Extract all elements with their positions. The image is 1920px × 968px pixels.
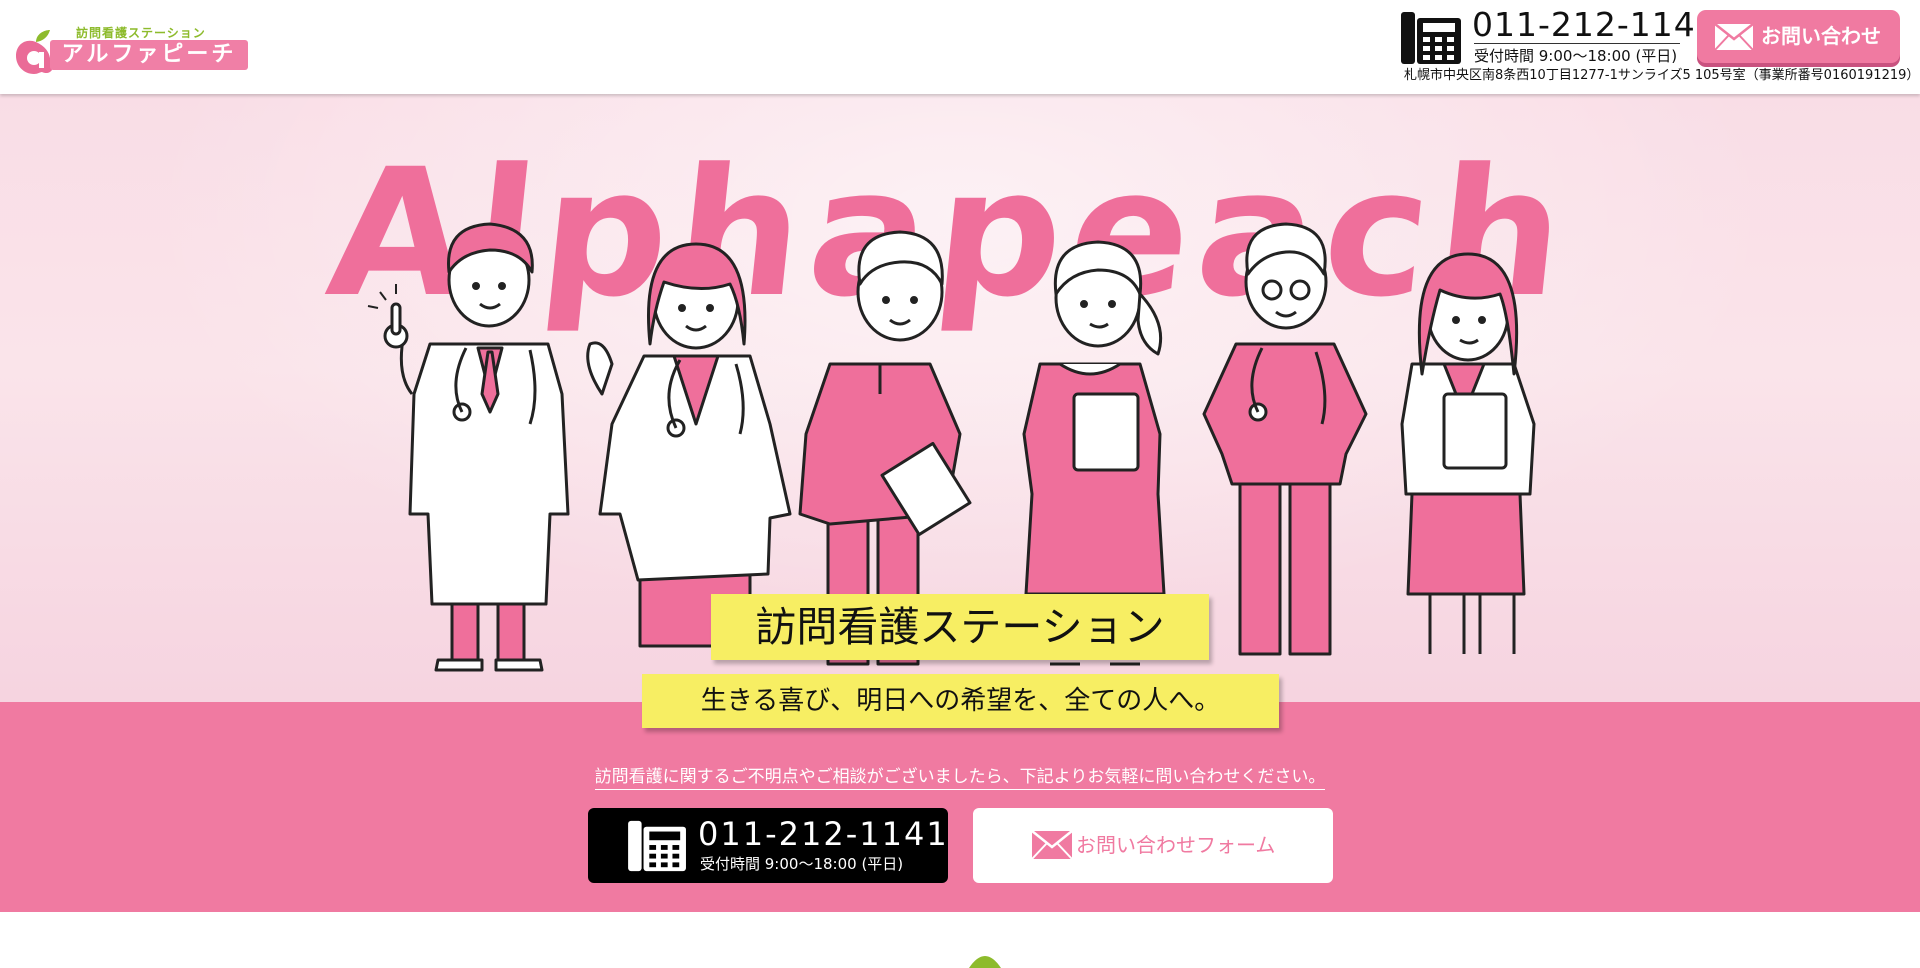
logo-subtitle: 訪問看護ステーション <box>76 26 206 40</box>
contact-form-label: お問い合わせフォーム <box>1076 833 1276 857</box>
phone-underline <box>1474 43 1680 44</box>
cta-business-hours: 受付時間 9:00〜18:00 (平日) <box>700 855 904 873</box>
logo-name: アルファピーチ <box>50 40 248 70</box>
phone-fax-icon <box>1401 12 1461 64</box>
hero-catch-subtitle: 生きる喜び、明日への希望を、全ての人へ。 <box>642 674 1279 728</box>
contact-form-button[interactable]: お問い合わせフォーム <box>973 808 1333 883</box>
leaf-icon <box>969 956 1001 968</box>
header-contact-button[interactable]: お問い合わせ <box>1697 10 1900 63</box>
envelope-icon <box>1031 830 1073 860</box>
header-phone-number[interactable]: 011-212-1141 <box>1472 4 1718 46</box>
hero-catch-title: 訪問看護ステーション <box>711 594 1209 660</box>
cta-phone-number: 011-212-1141 <box>698 815 949 853</box>
staff-female-figure <box>1400 252 1536 654</box>
contact-message: 訪問看護に関するご不明点やご相談がございましたら、下記よりお気軽に問い合わせくだ… <box>0 762 1920 790</box>
phone-cta-button[interactable]: 011-212-1141 受付時間 9:00〜18:00 (平日) <box>588 808 948 883</box>
header-contact-label: お問い合わせ <box>1761 24 1881 48</box>
site-header: 訪問看護ステーション アルファピーチ 011-212-1141 受付時間 9:0… <box>0 0 1920 94</box>
envelope-icon <box>1714 23 1754 51</box>
header-address: 札幌市中央区南8条西10丁目1277-1サンライズ5 105号室（事業所番号01… <box>1404 68 1920 83</box>
header-business-hours: 受付時間 9:00〜18:00 (平日) <box>1474 47 1678 65</box>
site-logo[interactable]: 訪問看護ステーション アルファピーチ <box>14 22 248 74</box>
contact-band: 訪問看護に関するご不明点やご相談がございましたら、下記よりお気軽に問い合わせくだ… <box>0 702 1920 912</box>
phone-fax-icon <box>628 820 686 872</box>
contact-message-text[interactable]: 訪問看護に関するご不明点やご相談がございましたら、下記よりお気軽に問い合わせくだ… <box>594 767 1326 790</box>
